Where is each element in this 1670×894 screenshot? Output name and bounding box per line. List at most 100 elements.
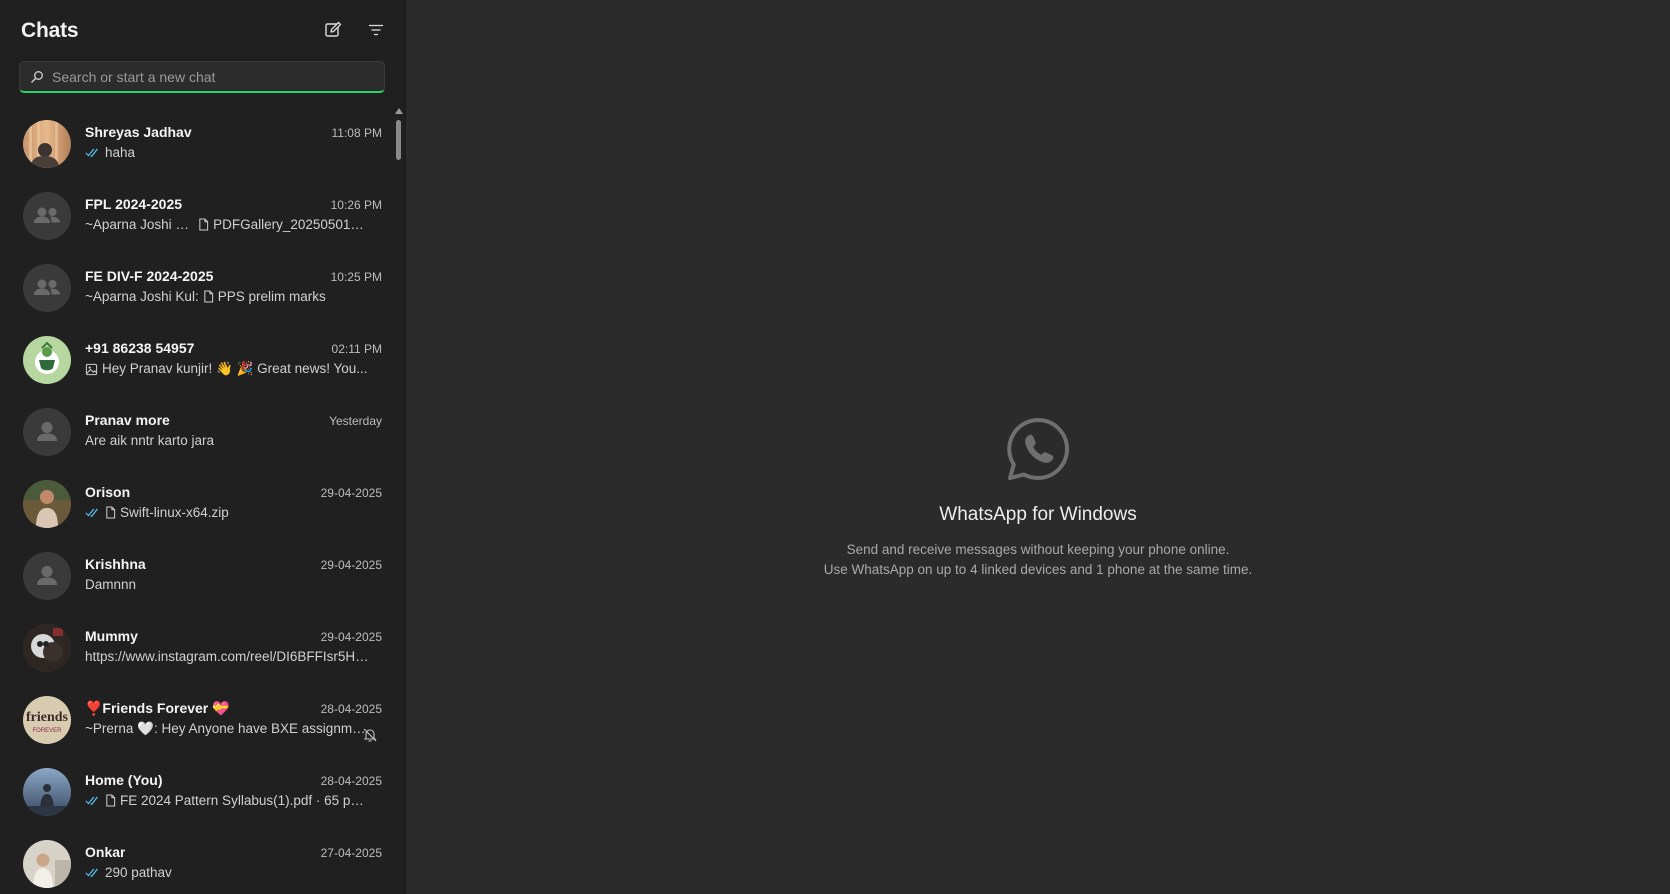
chat-item[interactable]: FE DIV-F 2024-2025 10:25 PM ~Aparna Joshi … bbox=[0, 252, 394, 324]
document-name: Swift-linux-x64.zip bbox=[120, 505, 229, 520]
read-ticks-icon bbox=[85, 867, 101, 878]
avatar bbox=[23, 624, 71, 672]
chat-item[interactable]: Onkar 27-04-2025 290 pathav bbox=[0, 828, 394, 894]
chat-preview: 290 pathav bbox=[85, 865, 370, 880]
chat-preview: haha bbox=[85, 145, 370, 160]
chat-name: Pranav more bbox=[85, 412, 170, 428]
document-name: PPS prelim marks bbox=[217, 289, 326, 304]
avatar bbox=[23, 336, 71, 384]
sidebar-header: Chats bbox=[0, 0, 405, 58]
svg-text:FOREVER: FOREVER bbox=[32, 728, 62, 734]
avatar bbox=[23, 480, 71, 528]
chat-preview: ~Prerna 🤍: Hey Anyone have BXE assignme.… bbox=[85, 721, 370, 737]
preview-text: Are aik nntr karto jara bbox=[85, 433, 215, 448]
chat-time: 29-04-2025 bbox=[320, 558, 382, 572]
chat-item[interactable]: Home (You) 28-04-2025 FE 2024 Pattern Syll… bbox=[0, 756, 394, 828]
preview-text: haha bbox=[105, 145, 136, 160]
chat-preview: ~Aparna Joshi Kul: PPS prelim marks bbox=[85, 289, 370, 304]
image-icon bbox=[85, 363, 98, 376]
search-input[interactable] bbox=[52, 68, 384, 85]
svg-text:friends: friends bbox=[26, 710, 69, 725]
chat-sidebar: Chats Search or start a new chat Shreyas… bbox=[0, 0, 406, 894]
chat-time: 28-04-2025 bbox=[320, 702, 382, 716]
preview-text: Hey Pranav kunjir! 👋 🎉 Great news! You..… bbox=[102, 361, 368, 376]
avatar: friends FOREVER bbox=[23, 696, 71, 744]
chat-item[interactable]: Pranav more Yesterday Are aik nntr karto j… bbox=[0, 396, 394, 468]
chat-item[interactable]: Mummy 29-04-2025 https://www.instagram.com… bbox=[0, 612, 394, 684]
chat-item[interactable]: Orison 29-04-2025 Swift-linux-x64.zip bbox=[0, 468, 394, 540]
scroll-thumb[interactable] bbox=[396, 120, 401, 160]
compose-icon bbox=[325, 21, 342, 37]
chat-item[interactable]: friends FOREVER ❣️Friends Forever 💝 28-04-2… bbox=[0, 684, 394, 756]
welcome-panel: WhatsApp for Windows Send and receive me… bbox=[406, 416, 1670, 580]
preview-text: Damnnn bbox=[85, 577, 137, 592]
filter-button[interactable] bbox=[361, 16, 391, 44]
search-icon bbox=[30, 70, 44, 84]
chat-preview: Are aik nntr karto jara bbox=[85, 433, 370, 448]
read-ticks-icon bbox=[85, 507, 101, 518]
chat-item[interactable]: Shreyas Jadhav 11:08 PM haha bbox=[0, 108, 394, 180]
chat-preview: ~Aparna Joshi Kul: PDFGallery_20250501_2… bbox=[85, 217, 370, 232]
chat-list-scrollbar[interactable] bbox=[395, 108, 403, 894]
chat-item[interactable]: FPL 2024-2025 10:26 PM ~Aparna Joshi Kul: … bbox=[0, 180, 394, 252]
app-window: Chats Search or start a new chat Shreyas… bbox=[0, 0, 1670, 894]
search-box[interactable] bbox=[19, 61, 385, 93]
chat-time: 02:11 PM bbox=[331, 342, 382, 356]
chat-list: Shreyas Jadhav 11:08 PM haha FPL 2024-2025 1… bbox=[0, 108, 394, 894]
document-icon bbox=[105, 794, 116, 807]
chat-time: 10:26 PM bbox=[330, 198, 382, 212]
chat-name: Onkar bbox=[85, 844, 126, 860]
welcome-line-1: Send and receive messages without keepin… bbox=[846, 542, 1230, 557]
chat-name: +91 86238 54957 bbox=[85, 340, 195, 356]
chat-time: 11:08 PM bbox=[331, 126, 382, 140]
chat-name: Home (You) bbox=[85, 772, 163, 788]
chat-name: Mummy bbox=[85, 628, 138, 644]
chat-name: FE DIV-F 2024-2025 bbox=[85, 268, 214, 284]
chat-preview: Swift-linux-x64.zip bbox=[85, 505, 370, 520]
muted-icon bbox=[362, 727, 378, 743]
chat-time: 10:25 PM bbox=[330, 270, 382, 284]
preview-text: ~Aparna Joshi Kul: bbox=[85, 289, 199, 304]
read-ticks-icon bbox=[85, 795, 101, 806]
main-panel: WhatsApp for Windows Send and receive me… bbox=[406, 0, 1670, 894]
chat-name: ❣️Friends Forever 💝 bbox=[85, 700, 230, 716]
chat-preview: Hey Pranav kunjir! 👋 🎉 Great news! You..… bbox=[85, 361, 370, 377]
document-name: PDFGallery_20250501_2... bbox=[213, 217, 370, 232]
avatar bbox=[23, 264, 71, 312]
chat-preview: Damnnn bbox=[85, 577, 370, 592]
preview-text: ~Prerna 🤍: Hey Anyone have BXE assignme.… bbox=[85, 721, 370, 736]
read-ticks-icon bbox=[85, 147, 101, 158]
scroll-up-arrow[interactable] bbox=[395, 108, 403, 114]
chat-name: FPL 2024-2025 bbox=[85, 196, 183, 212]
document-icon bbox=[198, 218, 209, 231]
welcome-line-2: Use WhatsApp on up to 4 linked devices a… bbox=[823, 562, 1253, 577]
preview-text: https://www.instagram.com/reel/DI6BFFIsr… bbox=[85, 649, 370, 664]
avatar bbox=[23, 120, 71, 168]
avatar bbox=[23, 552, 71, 600]
preview-text: 290 pathav bbox=[105, 865, 172, 880]
chat-time: 29-04-2025 bbox=[320, 630, 382, 644]
filter-icon bbox=[369, 24, 383, 36]
preview-text: ~Aparna Joshi Kul: bbox=[85, 217, 195, 232]
chat-name: Orison bbox=[85, 484, 131, 500]
document-name: FE 2024 Pattern Syllabus(1).pdf · 65 pag… bbox=[120, 793, 370, 808]
document-icon bbox=[203, 290, 214, 303]
chat-preview: FE 2024 Pattern Syllabus(1).pdf · 65 pag… bbox=[85, 793, 370, 808]
chat-time: 29-04-2025 bbox=[320, 486, 382, 500]
chat-name: Shreyas Jadhav bbox=[85, 124, 192, 140]
chat-time: 28-04-2025 bbox=[320, 774, 382, 788]
avatar bbox=[23, 408, 71, 456]
avatar bbox=[23, 768, 71, 816]
document-icon bbox=[105, 506, 116, 519]
avatar bbox=[23, 840, 71, 888]
avatar bbox=[23, 192, 71, 240]
chat-time: 27-04-2025 bbox=[320, 846, 382, 860]
chat-time: Yesterday bbox=[329, 414, 382, 428]
welcome-title: WhatsApp for Windows bbox=[939, 504, 1137, 525]
chat-item[interactable]: Krishhna 29-04-2025 Damnnn bbox=[0, 540, 394, 612]
chat-preview: https://www.instagram.com/reel/DI6BFFIsr… bbox=[85, 649, 370, 664]
chat-name: Krishhna bbox=[85, 556, 146, 572]
whatsapp-logo-icon bbox=[1007, 418, 1069, 481]
chat-item[interactable]: +91 86238 54957 02:11 PM Hey Pranav kunjir… bbox=[0, 324, 394, 396]
new-chat-button[interactable] bbox=[318, 16, 348, 44]
